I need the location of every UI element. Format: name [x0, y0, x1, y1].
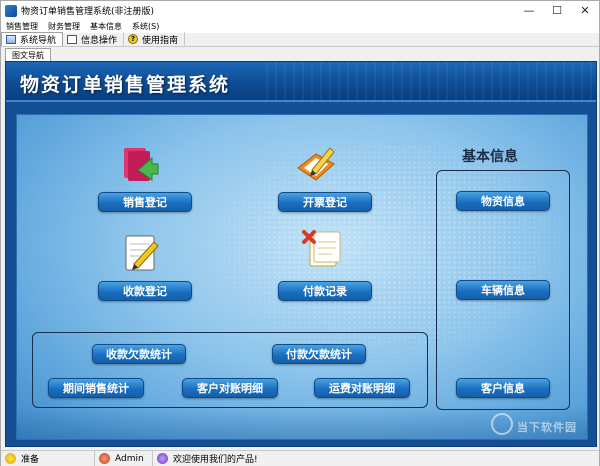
sales-folder-icon [124, 148, 159, 181]
menu-system[interactable]: 系统(S) [127, 21, 164, 32]
status-ready-text: 准备 [21, 455, 40, 465]
banner: 物资订单销售管理系统 [6, 62, 596, 102]
banner-decoration [266, 62, 596, 102]
info-icon [67, 34, 78, 44]
customer-statement-button[interactable]: 客户对账明细 [182, 378, 278, 398]
receipt-register-button[interactable]: 收款登记 [98, 281, 192, 301]
tab-label: 系统导航 [20, 36, 57, 46]
tab-system-nav[interactable]: 系统导航 [1, 32, 64, 46]
payment-record-button[interactable]: 付款记录 [278, 281, 372, 301]
status-ready: 准备 [1, 450, 95, 466]
status-user: Admin [95, 450, 153, 466]
window-title: 物资订单销售管理系统(非注册版) [21, 7, 155, 17]
app-window: 物资订单销售管理系统(非注册版) — ☐ ✕ 销售管理 财务管理 基本信息 系统… [0, 0, 600, 466]
watermark-text: 当下软件园 [517, 421, 577, 434]
receipt-notepad-icon [125, 235, 159, 271]
product-icon [157, 453, 168, 464]
main-content: 物资订单销售管理系统 销售登记 开票登记 收款登记 付款记录 收款欠款统计 付款… [5, 61, 597, 447]
status-user-text: Admin [115, 453, 144, 464]
nav-icon [6, 35, 16, 44]
payment-document-icon [302, 230, 341, 267]
sub-tab-strip: 图文导航 [1, 48, 599, 61]
toolbar: 系统导航 信息操作 ? 使用指南 [1, 32, 599, 47]
banner-title: 物资订单销售管理系统 [20, 74, 231, 96]
watermark-logo-icon [491, 413, 513, 435]
menu-finance[interactable]: 财务管理 [43, 21, 85, 32]
status-welcome-text: 欢迎使用我们的产品! [173, 455, 258, 465]
customer-info-button[interactable]: 客户信息 [456, 378, 550, 398]
receivable-stats-button[interactable]: 收款欠款统计 [92, 344, 186, 364]
status-welcome: 欢迎使用我们的产品! [153, 451, 262, 466]
menu-basic-info[interactable]: 基本信息 [85, 21, 127, 32]
app-icon [5, 4, 17, 17]
tab-label: 使用指南 [142, 35, 179, 46]
menu-sales[interactable]: 销售管理 [1, 21, 43, 32]
maximize-button[interactable]: ☐ [543, 1, 571, 20]
vehicle-info-button[interactable]: 车辆信息 [456, 280, 550, 300]
tab-info-ops[interactable]: 信息操作 [63, 32, 125, 46]
status-bar: 准备 Admin 欢迎使用我们的产品! [1, 450, 599, 466]
basic-info-title: 基本信息 [462, 149, 518, 165]
period-sales-stats-button[interactable]: 期间销售统计 [48, 378, 144, 398]
payable-stats-button[interactable]: 付款欠款统计 [272, 344, 366, 364]
user-icon [99, 453, 110, 464]
window-controls: — ☐ ✕ [515, 1, 599, 20]
tab-graphic-nav[interactable]: 图文导航 [5, 48, 51, 61]
status-ready-icon [5, 453, 16, 464]
close-button[interactable]: ✕ [571, 1, 599, 20]
tab-user-guide[interactable]: ? 使用指南 [124, 32, 186, 46]
help-icon: ? [128, 34, 139, 44]
invoice-pencil-icon [297, 147, 335, 181]
freight-statement-button[interactable]: 运费对账明细 [314, 378, 410, 398]
material-info-button[interactable]: 物资信息 [456, 191, 550, 211]
title-bar: 物资订单销售管理系统(非注册版) — ☐ ✕ [1, 1, 599, 20]
invoice-register-button[interactable]: 开票登记 [278, 192, 372, 212]
sales-register-button[interactable]: 销售登记 [98, 192, 192, 212]
tab-label: 信息操作 [81, 35, 118, 46]
minimize-button[interactable]: — [515, 1, 543, 20]
